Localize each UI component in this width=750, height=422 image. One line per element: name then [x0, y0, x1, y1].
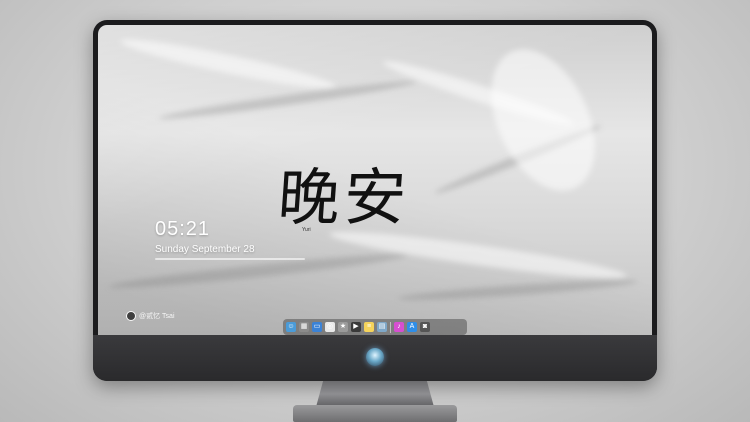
final-cut-icon[interactable]: ▶	[351, 322, 361, 332]
preview-icon[interactable]: ▤	[377, 322, 387, 332]
monitor: 晚安 Yuri 05:21 Sunday September 28 @贰忆 Ts…	[93, 20, 657, 381]
itunes-icon[interactable]: ♪	[394, 322, 404, 332]
finder-icon[interactable]: ☺	[286, 322, 296, 332]
monitor-chin	[93, 335, 657, 381]
imovie-icon[interactable]: ★	[338, 322, 348, 332]
wallpaper-crease	[397, 276, 639, 304]
greeting-calligraphy: 晚安 Yuri	[275, 157, 468, 239]
notes-icon[interactable]: ≡	[364, 322, 374, 332]
safari-icon[interactable]: ◎	[325, 322, 335, 332]
weibo-handle: @贰忆 Tsai	[139, 313, 175, 320]
lockscreen-time: 05:21	[155, 218, 211, 240]
date-underline	[155, 258, 305, 260]
greeting-signature: Yuri	[302, 227, 311, 233]
lockscreen-date: Sunday September 28	[155, 244, 255, 255]
wallpaper-crease	[470, 33, 616, 207]
greeting-text: 晚安	[275, 161, 413, 234]
launchpad-icon[interactable]: ▦	[299, 322, 309, 332]
monitor-stand-base	[293, 405, 457, 422]
lock-screen: 晚安 Yuri 05:21 Sunday September 28 @贰忆 Ts…	[98, 25, 652, 335]
wallpaper-crease	[108, 249, 408, 293]
weibo-icon	[126, 311, 136, 321]
camera-icon[interactable]: ◙	[420, 322, 430, 332]
dock-separator	[390, 321, 391, 333]
app-store-icon[interactable]: A	[407, 322, 417, 332]
dock: ☺ ▦ ▭ ◎ ★ ▶ ≡ ▤ ♪ A ◙	[283, 319, 467, 335]
weibo-credit: @贰忆 Tsai	[126, 311, 175, 321]
files-icon[interactable]: ▭	[312, 322, 322, 332]
wallpaper-crease	[118, 32, 338, 96]
brand-logo-icon	[366, 348, 384, 366]
monitor-stand-neck	[316, 381, 434, 407]
